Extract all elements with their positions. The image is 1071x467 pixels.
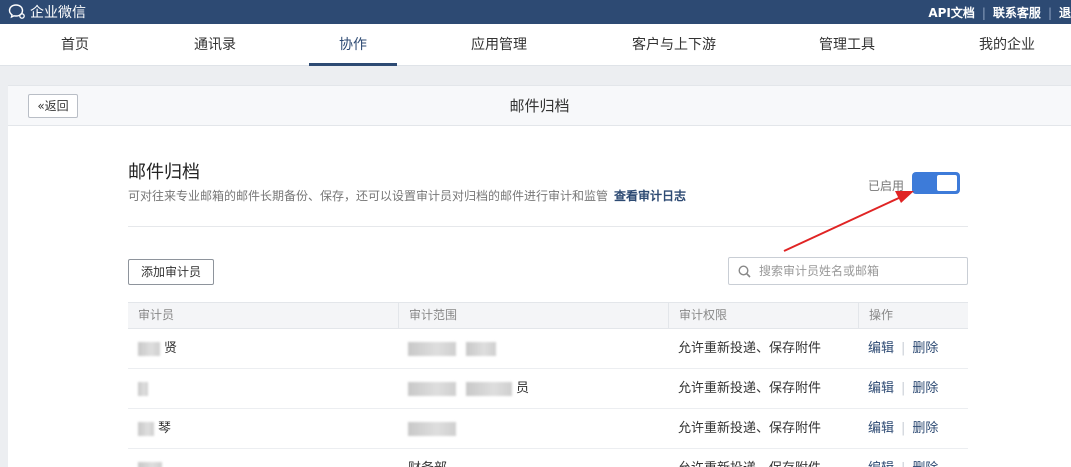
divider: | [1047, 5, 1052, 20]
scope-cell [398, 409, 460, 448]
scope-cell [398, 329, 500, 368]
delete-link[interactable]: 删除 [912, 341, 938, 356]
redacted-text [138, 381, 148, 396]
divider: | [981, 5, 986, 20]
redacted-text [408, 381, 456, 396]
scope-text: 员 [516, 381, 530, 396]
nav-app-management[interactable]: 应用管理 [460, 24, 538, 66]
nav-contacts[interactable]: 通讯录 [180, 24, 250, 66]
divider: | [901, 381, 906, 396]
nav-customers-partners[interactable]: 客户与上下游 [620, 24, 728, 66]
top-bar: 企业微信 API文档 | 联系客服 | 退 [0, 0, 1071, 24]
nav-home[interactable]: 首页 [40, 24, 110, 66]
scope-cell: 财务部 [398, 449, 447, 467]
search-input[interactable] [759, 258, 959, 284]
column-header-auditor: 审计员 [138, 308, 175, 322]
redacted-text [408, 341, 456, 356]
api-docs-link[interactable]: API文档 [928, 4, 975, 21]
logo-text: 企业微信 [30, 5, 86, 21]
logo[interactable]: 企业微信 [8, 2, 86, 22]
permission-cell: 允许重新投递、保存附件 [678, 381, 822, 396]
edit-link[interactable]: 编辑 [868, 461, 894, 467]
permission-cell: 允许重新投递、保存附件 [668, 449, 821, 467]
redacted-text [466, 341, 496, 356]
permission-cell: 允许重新投递、保存附件 [678, 421, 822, 436]
divider: | [901, 341, 906, 356]
nav-collaboration[interactable]: 协作 [309, 24, 397, 66]
redacted-text [138, 461, 162, 467]
column-header-permission: 审计权限 [668, 303, 858, 328]
delete-link[interactable]: 删除 [912, 381, 938, 396]
delete-link[interactable]: 删除 [912, 421, 938, 436]
redacted-text [408, 421, 456, 436]
auditor-name: 贤 [164, 341, 178, 356]
redacted-text [466, 381, 512, 396]
contact-support-link[interactable]: 联系客服 [993, 4, 1041, 21]
actions-cell: 编辑 | 删除 [858, 449, 938, 467]
scope-cell: 员 [398, 369, 529, 408]
nav-admin-tools[interactable]: 管理工具 [808, 24, 886, 66]
edit-link[interactable]: 编辑 [868, 421, 894, 436]
delete-link[interactable]: 删除 [912, 461, 938, 467]
auditor-name: 琴 [158, 421, 172, 436]
content-panel: «返回 邮件归档 邮件归档 可对往来专业邮箱的邮件长期备份、保存，还可以设置审计… [8, 85, 1071, 467]
actions-cell: 编辑 | 删除 [858, 409, 938, 448]
column-header-actions: 操作 [858, 303, 968, 328]
divider: | [901, 421, 906, 436]
table-row: 员 允许重新投递、保存附件 编辑 | 删除 [128, 369, 968, 409]
search-box[interactable] [728, 257, 968, 285]
edit-link[interactable]: 编辑 [868, 381, 894, 396]
table-row: 琴 允许重新投递、保存附件 编辑 | 删除 [128, 409, 968, 449]
auditor-cell [128, 449, 166, 467]
column-header-scope: 审计范围 [398, 303, 668, 328]
nav-my-enterprise[interactable]: 我的企业 [968, 24, 1046, 66]
table-row: 财务部 允许重新投递、保存附件 编辑 | 删除 [128, 449, 968, 467]
logout-link[interactable]: 退 [1059, 4, 1071, 21]
permission-cell: 允许重新投递、保存附件 [678, 341, 822, 356]
auditor-cell: 贤 [128, 329, 177, 368]
edit-link[interactable]: 编辑 [868, 341, 894, 356]
main-nav: 首页 通讯录 协作 应用管理 客户与上下游 管理工具 我的企业 [0, 24, 1071, 66]
actions-cell: 编辑 | 删除 [858, 329, 938, 368]
auditor-cell [128, 369, 152, 408]
table-row: 贤 允许重新投递、保存附件 编辑 | 删除 [128, 329, 968, 369]
actions-cell: 编辑 | 删除 [858, 369, 938, 408]
top-links: API文档 | 联系客服 | 退 [928, 4, 1071, 21]
divider: | [901, 461, 905, 467]
add-auditor-button[interactable]: 添加审计员 [128, 259, 214, 285]
redacted-text [138, 421, 154, 436]
auditor-cell: 琴 [128, 409, 171, 448]
redacted-text [138, 341, 160, 356]
auditor-table: 审计员 审计范围 审计权限 操作 贤 允许重新投递、保存附件 编辑 | 删除 员 允… [128, 302, 968, 467]
search-icon [738, 265, 751, 278]
table-header: 审计员 审计范围 审计权限 操作 [128, 302, 968, 329]
wecom-logo-icon [8, 4, 25, 19]
